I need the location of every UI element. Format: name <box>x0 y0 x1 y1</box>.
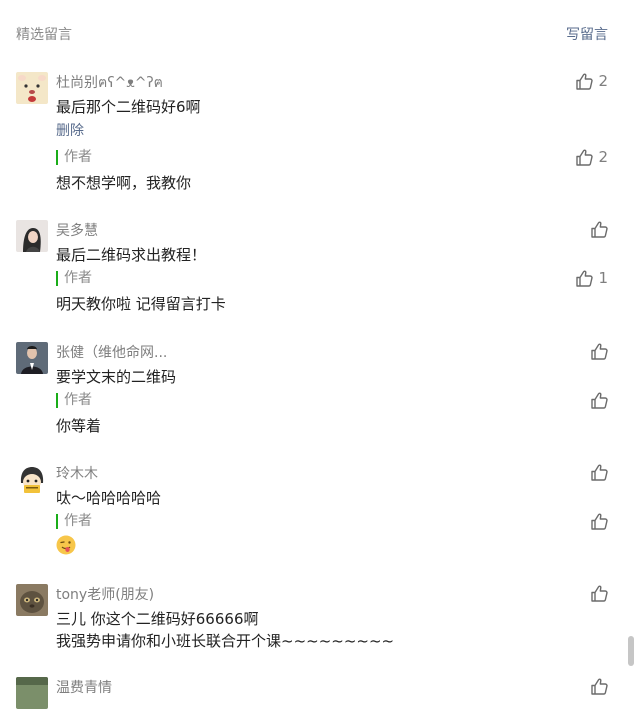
like-button[interactable] <box>590 677 608 695</box>
comment-text: 最后二维码求出教程！ <box>56 246 207 264</box>
like-count: 1 <box>598 269 608 287</box>
commenter-name: 张健（维他命网... <box>56 345 168 361</box>
reply-like-button[interactable] <box>590 512 608 530</box>
comment-item: 杜尚别ฅʕ^ᴥ^ʔฅ 2 最后那个二维码好6啊 删除 作者 2 想不想学啊，我教… <box>16 72 608 202</box>
thumbs-up-icon <box>591 221 608 238</box>
commenter-name: tony老师(朋友) <box>56 587 155 603</box>
avatar[interactable] <box>16 584 48 616</box>
comment-text: 呔～哈哈哈哈哈 <box>56 489 162 507</box>
commenter-name: 温费青情 <box>56 680 112 696</box>
avatar[interactable] <box>16 72 48 104</box>
commenter-name: 吴多慧 <box>56 223 98 239</box>
like-button[interactable]: 2 <box>575 72 608 90</box>
reply-text: 想不想学啊，我教你 <box>56 174 192 192</box>
thumbs-up-icon <box>591 464 608 481</box>
reply-text: 你等着 <box>56 417 102 435</box>
comment-item: 玲木木 呔～哈哈哈哈哈 作者 <box>16 463 608 563</box>
like-button[interactable] <box>590 342 608 360</box>
comment-text: 三儿 你这个二维码好66666啊 <box>56 610 259 628</box>
thumbs-up-icon <box>576 149 594 166</box>
thumbs-up-icon <box>576 270 594 287</box>
comment-item: 温费青情 <box>16 677 608 709</box>
comment-text-line-2: 我强势申请你和小班长联合开个课~~~~~~~~~ <box>56 632 395 650</box>
like-button[interactable] <box>590 584 608 602</box>
thumbs-up-icon <box>591 392 608 409</box>
featured-comments-title: 精选留言 <box>16 27 72 43</box>
write-comment-link[interactable]: 写留言 <box>566 24 608 44</box>
thumbs-up-icon <box>591 343 608 360</box>
like-count: 2 <box>598 72 608 90</box>
like-button[interactable] <box>590 463 608 481</box>
commenter-name: 玲木木 <box>56 466 98 482</box>
comment-item: tony老师(朋友) 三儿 你这个二维码好66666啊 我强势申请你和小班长联合… <box>16 584 608 654</box>
avatar[interactable] <box>16 463 48 495</box>
avatar[interactable] <box>16 220 48 252</box>
comment-text: 要学文末的二维码 <box>56 368 177 386</box>
comment-item: 张健（维他命网... 要学文末的二维码 作者 你等着 <box>16 342 608 442</box>
thumbs-up-icon <box>576 73 594 90</box>
like-count: 2 <box>598 148 608 166</box>
comment-text: 最后那个二维码好6啊 <box>56 98 201 116</box>
scrollbar-thumb[interactable] <box>628 636 634 666</box>
tongue-out-emoji-icon <box>56 535 76 555</box>
avatar[interactable] <box>16 342 48 374</box>
avatar[interactable] <box>16 677 48 709</box>
comment-item: 吴多慧 最后二维码求出教程！ 作者 1 明天教你啦 记得留言打卡 <box>16 220 608 320</box>
reply-like-button[interactable] <box>590 391 608 409</box>
reply-like-button[interactable]: 2 <box>575 148 608 166</box>
author-label: 作者 <box>56 150 92 165</box>
thumbs-up-icon <box>591 513 608 530</box>
like-button[interactable] <box>590 220 608 238</box>
thumbs-up-icon <box>591 585 608 602</box>
author-label: 作者 <box>56 514 92 529</box>
delete-link[interactable]: 删除 <box>56 120 84 140</box>
commenter-name: 杜尚别ฅʕ^ᴥ^ʔฅ <box>56 75 163 91</box>
author-label: 作者 <box>56 271 92 286</box>
comments-header: 精选留言 写留言 <box>16 24 608 44</box>
thumbs-up-icon <box>591 678 608 695</box>
reply-like-button[interactable]: 1 <box>575 269 608 287</box>
author-label: 作者 <box>56 393 92 408</box>
reply-text: 明天教你啦 记得留言打卡 <box>56 295 226 313</box>
